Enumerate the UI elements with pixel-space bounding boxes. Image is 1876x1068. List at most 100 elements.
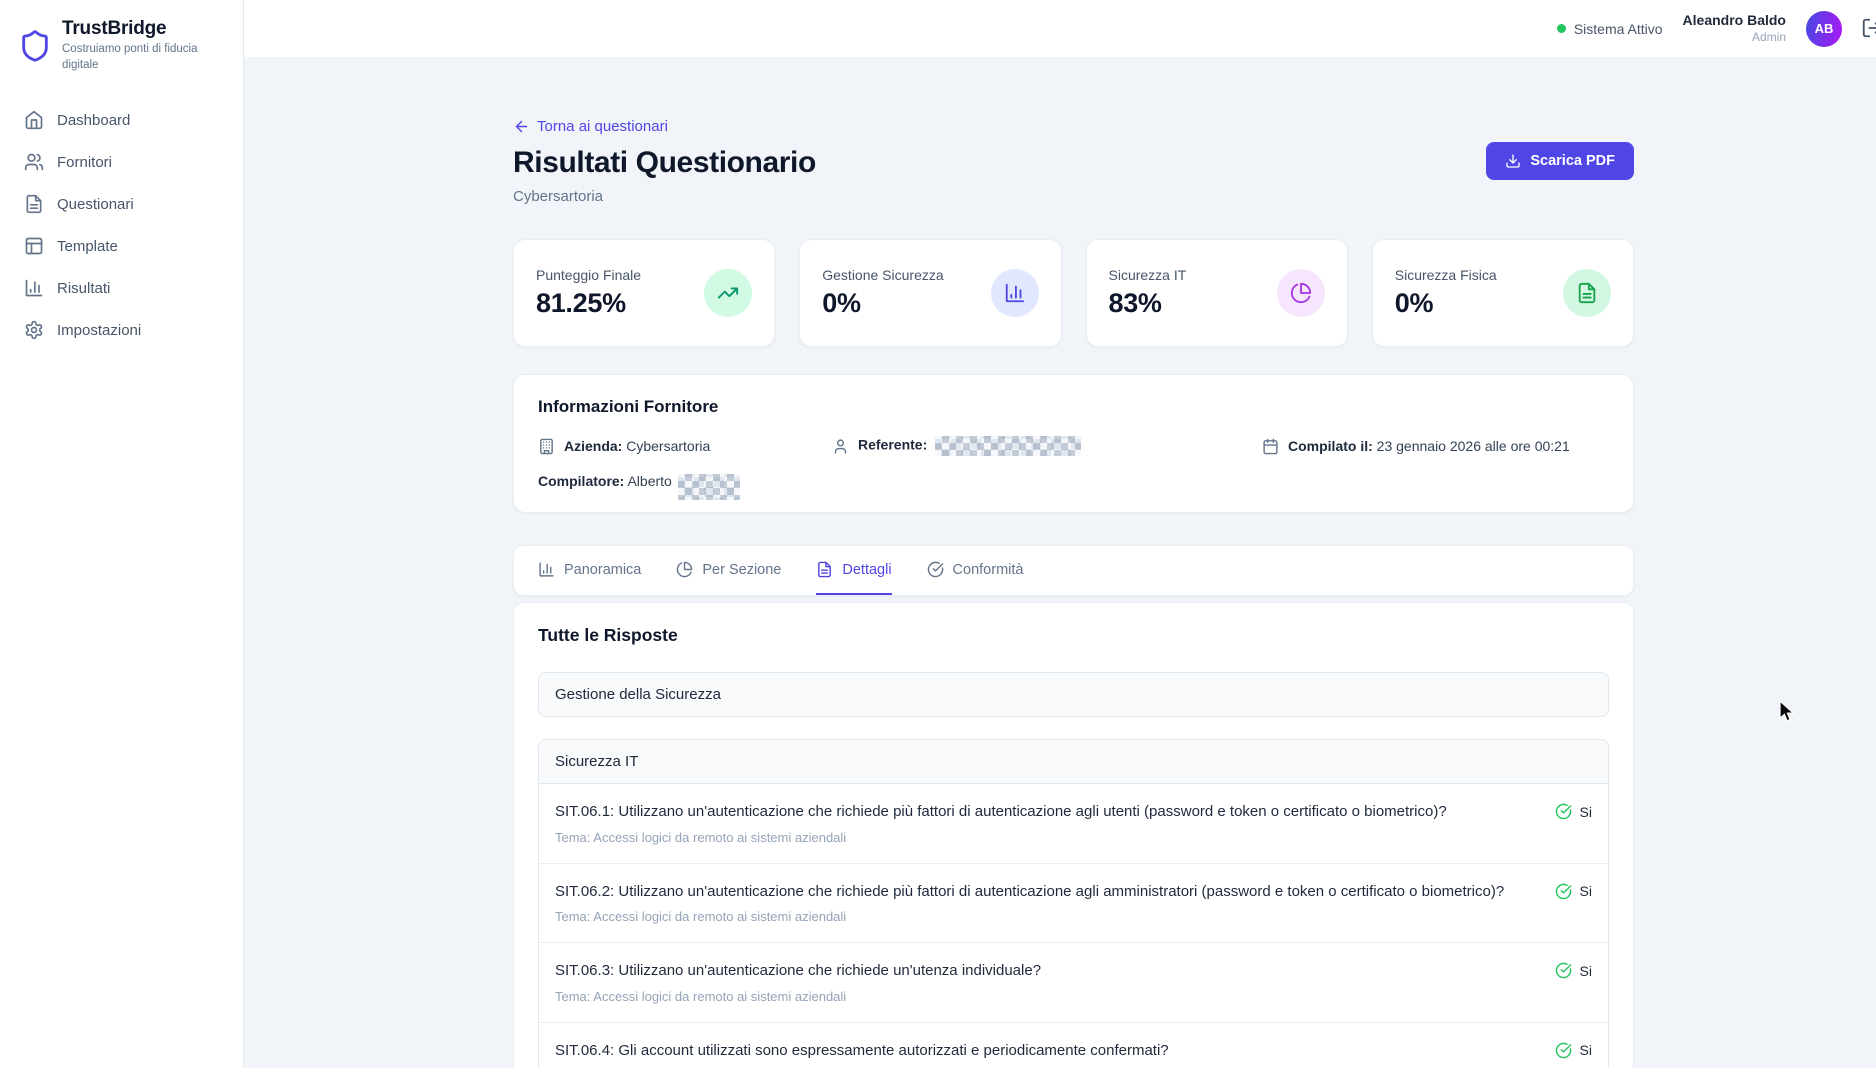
sidebar-item-risultati[interactable]: Risultati — [14, 271, 229, 305]
sidebar-item-label: Impostazioni — [57, 322, 141, 339]
tab-label: Conformità — [953, 562, 1024, 578]
supplier-info-title: Informazioni Fornitore — [538, 397, 1609, 417]
question-row: SIT.06.4: Gli account utilizzati sono es… — [539, 1022, 1608, 1068]
compilatore-value-redacted — [678, 474, 740, 500]
file-text-icon — [24, 194, 44, 214]
user-icon — [832, 438, 849, 455]
brand-tagline: Costruiamo ponti di fiducia digitale — [62, 42, 217, 73]
supplier-compilato-il: Compilato il: 23 gennaio 2026 alle ore 0… — [1262, 436, 1609, 456]
sidebar-item-label: Dashboard — [57, 112, 130, 129]
stat-label: Punteggio Finale — [536, 267, 641, 283]
sidebar-item-questionari[interactable]: Questionari — [14, 187, 229, 221]
page-subtitle: Cybersartoria — [513, 188, 816, 205]
bar-chart-icon — [991, 269, 1039, 317]
stat-card-punteggio-finale: Punteggio Finale 81.25% — [513, 239, 775, 347]
bar-chart-icon — [538, 561, 555, 578]
bar-chart-icon — [24, 278, 44, 298]
sidebar: TrustBridge Costruiamo ponti di fiducia … — [0, 0, 244, 1068]
sidebar-item-template[interactable]: Template — [14, 229, 229, 263]
layout-icon — [24, 236, 44, 256]
question-row: SIT.06.2: Utilizzano un'autenticazione c… — [539, 863, 1608, 943]
logout-icon — [1861, 17, 1876, 39]
main-area: Torna ai questionari Risultati Questiona… — [244, 57, 1876, 1068]
download-pdf-button[interactable]: Scarica PDF — [1486, 142, 1634, 180]
download-pdf-label: Scarica PDF — [1530, 153, 1615, 169]
sidebar-item-dashboard[interactable]: Dashboard — [14, 103, 229, 137]
answer-badge: Si — [1555, 961, 1592, 979]
sidebar-item-label: Template — [57, 238, 118, 255]
arrow-left-icon — [513, 118, 530, 135]
tab-label: Dettagli — [842, 562, 891, 578]
users-icon — [24, 152, 44, 172]
answer-badge: Si — [1555, 1041, 1592, 1059]
check-circle-icon — [1555, 962, 1572, 979]
referente-label: Referente: — [858, 437, 927, 453]
check-circle-icon — [1555, 1042, 1572, 1059]
tab-conformita[interactable]: Conformità — [927, 546, 1024, 595]
user-role: Admin — [1683, 30, 1786, 45]
building-icon — [538, 438, 555, 455]
tab-label: Per Sezione — [702, 562, 781, 578]
logout-button[interactable] — [1861, 17, 1876, 39]
gear-icon — [24, 320, 44, 340]
stat-value: 81.25% — [536, 288, 641, 319]
user-block: Aleandro Baldo Admin — [1683, 12, 1786, 45]
answer-value: Si — [1580, 1042, 1592, 1058]
question-text: SIT.06.1: Utilizzano un'autenticazione c… — [555, 802, 1447, 822]
page-title: Risultati Questionario — [513, 146, 816, 180]
status-dot — [1557, 24, 1566, 33]
trending-up-icon — [704, 269, 752, 317]
check-circle-icon — [1555, 803, 1572, 820]
sidebar-item-label: Questionari — [57, 196, 134, 213]
sidebar-nav: Dashboard Fornitori Questionari Template… — [14, 103, 229, 347]
sidebar-item-fornitori[interactable]: Fornitori — [14, 145, 229, 179]
status-label: Sistema Attivo — [1574, 21, 1663, 37]
brand-name: TrustBridge — [62, 18, 217, 40]
compilato-value: 23 gennaio 2026 alle ore 00:21 — [1377, 438, 1570, 454]
topbar: Sistema Attivo Aleandro Baldo Admin AB — [244, 0, 1876, 57]
stat-card-sicurezza-fisica: Sicurezza Fisica 0% — [1372, 239, 1634, 347]
question-tema: Tema: Accessi logici da remoto ai sistem… — [555, 830, 1447, 845]
supplier-azienda: Azienda: Cybersartoria — [538, 436, 832, 456]
stat-cards: Punteggio Finale 81.25% Gestione Sicurez… — [513, 239, 1634, 347]
file-text-icon — [816, 561, 833, 578]
answer-value: Si — [1580, 963, 1592, 979]
question-tema: Tema: Accessi logici da remoto ai sistem… — [555, 989, 1041, 1004]
brand: TrustBridge Costruiamo ponti di fiducia … — [14, 18, 229, 73]
answer-badge: Si — [1555, 802, 1592, 820]
azienda-value: Cybersartoria — [626, 438, 710, 454]
question-text: SIT.06.2: Utilizzano un'autenticazione c… — [555, 882, 1504, 902]
supplier-info-card: Informazioni Fornitore Azienda: Cybersar… — [513, 374, 1634, 513]
calendar-icon — [1262, 438, 1279, 455]
question-text: SIT.06.4: Gli account utilizzati sono es… — [555, 1041, 1169, 1061]
tab-panoramica[interactable]: Panoramica — [538, 546, 641, 595]
avatar[interactable]: AB — [1806, 11, 1842, 47]
question-tema: Tema: Accessi logici da remoto ai sistem… — [555, 909, 1504, 924]
group-header[interactable]: Gestione della Sicurezza — [539, 673, 1608, 716]
answer-badge: Si — [1555, 882, 1592, 900]
stat-card-gestione-sicurezza: Gestione Sicurezza 0% — [799, 239, 1061, 347]
stat-value: 83% — [1109, 288, 1187, 319]
stat-label: Sicurezza Fisica — [1395, 267, 1497, 283]
home-icon — [24, 110, 44, 130]
compilato-label: Compilato il: — [1288, 438, 1373, 454]
stat-value: 0% — [822, 288, 943, 319]
stat-value: 0% — [1395, 288, 1497, 319]
tab-per-sezione[interactable]: Per Sezione — [676, 546, 781, 595]
question-text: SIT.06.3: Utilizzano un'autenticazione c… — [555, 961, 1041, 981]
back-link[interactable]: Torna ai questionari — [513, 118, 816, 135]
answer-value: Si — [1580, 804, 1592, 820]
sidebar-item-impostazioni[interactable]: Impostazioni — [14, 313, 229, 347]
tab-label: Panoramica — [564, 562, 641, 578]
compilatore-label: Compilatore: — [538, 473, 624, 489]
user-name: Aleandro Baldo — [1683, 12, 1786, 30]
tab-dettagli[interactable]: Dettagli — [816, 546, 891, 595]
answer-group-gestione-della-sicurezza: Gestione della Sicurezza — [538, 672, 1609, 717]
back-link-label: Torna ai questionari — [537, 118, 668, 135]
system-status: Sistema Attivo — [1557, 21, 1663, 37]
answers-title: Tutte le Risposte — [538, 625, 1609, 646]
sidebar-item-label: Risultati — [57, 280, 110, 297]
answer-group-sicurezza-it: Sicurezza IT SIT.06.1: Utilizzano un'aut… — [538, 739, 1609, 1068]
group-header[interactable]: Sicurezza IT — [539, 740, 1608, 784]
answer-value: Si — [1580, 883, 1592, 899]
